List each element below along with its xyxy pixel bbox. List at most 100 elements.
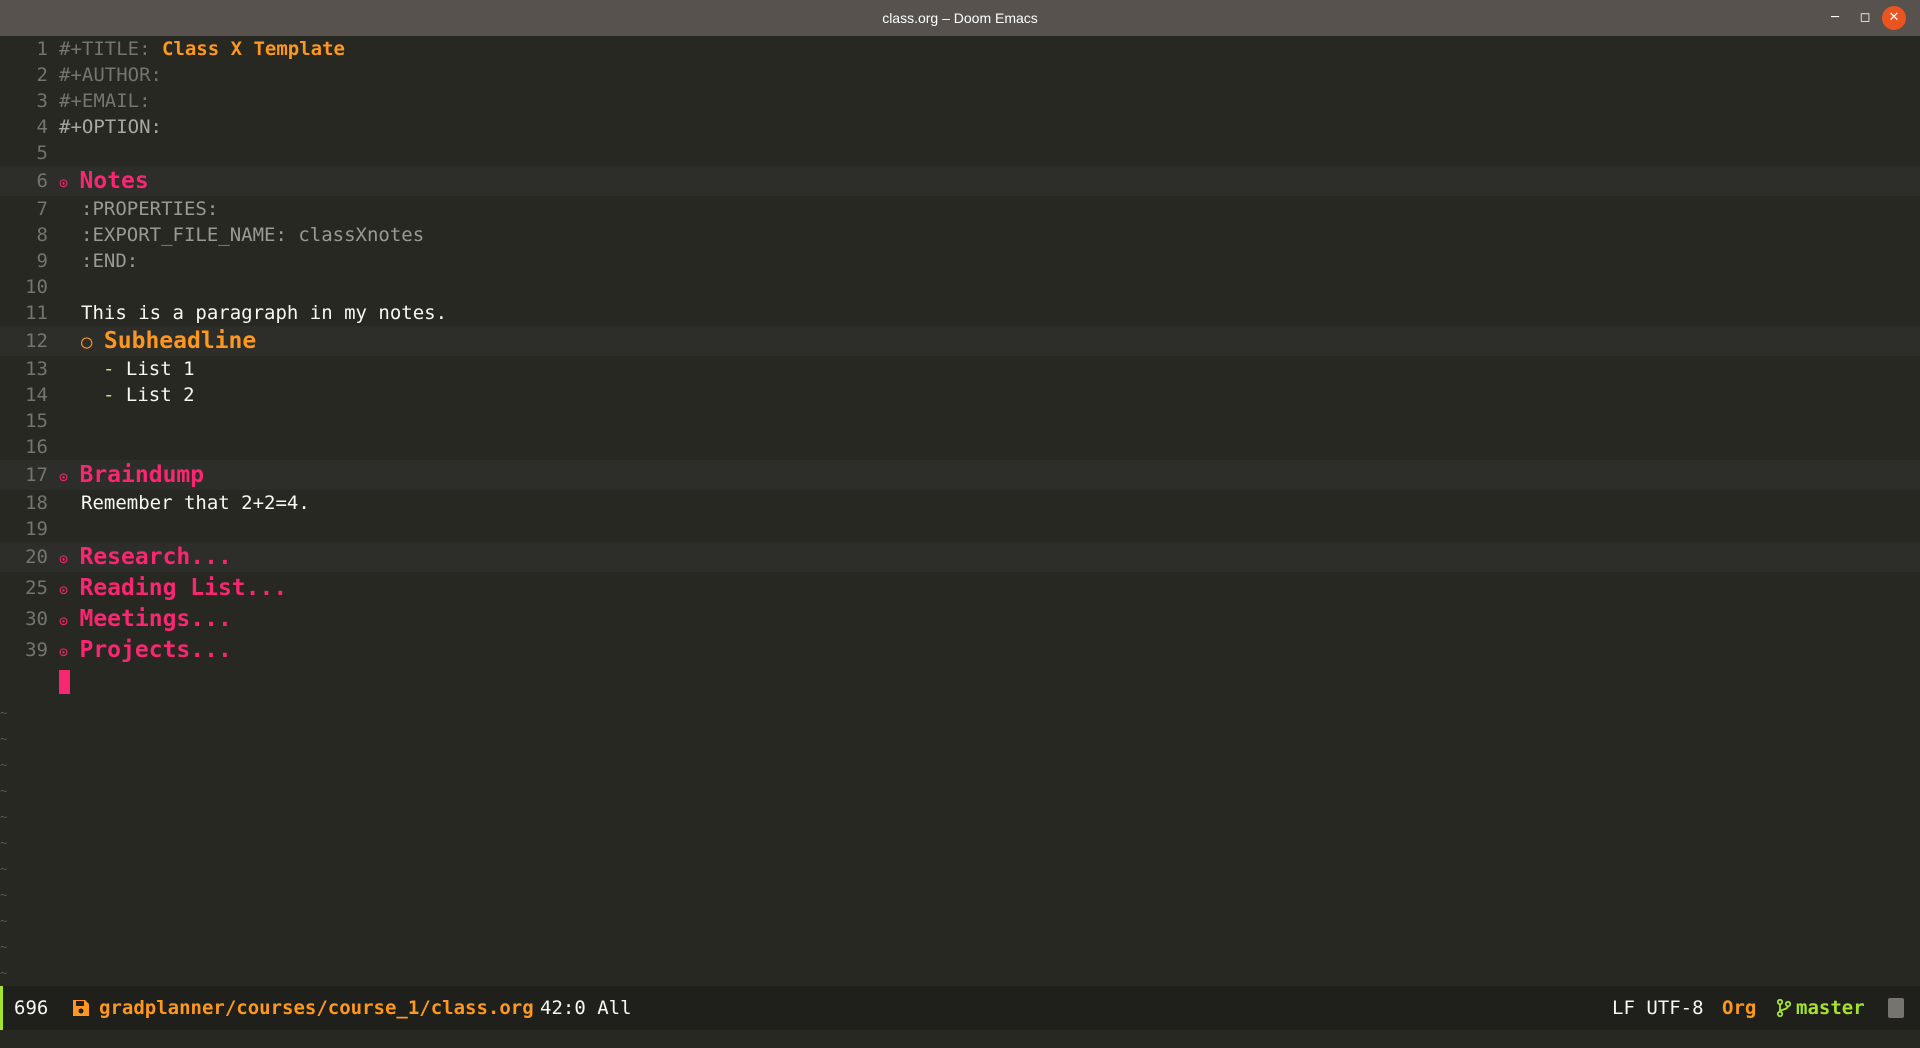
empty-line-marker: ~ <box>0 888 8 902</box>
heading-bullet-icon: ⊙ <box>59 581 69 599</box>
empty-line-marker: ~ <box>0 862 8 876</box>
heading-title: Braindump <box>79 462 205 488</box>
line-number: 1 <box>36 38 48 60</box>
line-number: 12 <box>25 330 48 352</box>
empty-line-marker: ~ <box>0 966 8 980</box>
line-number: 20 <box>25 546 48 568</box>
buffer-size: 696 <box>14 997 49 1019</box>
heading-bullet-icon: ⊙ <box>59 643 69 661</box>
org-heading[interactable]: 17 ⊙ Braindump <box>0 460 1920 490</box>
line-number: 6 <box>36 170 48 192</box>
line-number: 14 <box>25 384 48 406</box>
minimize-icon[interactable]: ─ <box>1823 0 1847 36</box>
heading-title: Reading List... <box>79 575 288 601</box>
line-number: 13 <box>25 358 48 380</box>
line-number: 5 <box>36 142 48 164</box>
heading-bullet-icon: ⊙ <box>59 468 69 486</box>
list-bullet: - <box>103 384 115 406</box>
heading-title: Projects... <box>79 637 232 663</box>
buffer-line: 4 #+OPTION: <box>0 114 1920 140</box>
git-branch-icon <box>1776 999 1792 1017</box>
line-number: 2 <box>36 64 48 86</box>
empty-line-marker: ~ <box>0 706 8 720</box>
git-branch[interactable]: master <box>1796 986 1865 1030</box>
line-number: 18 <box>25 492 48 514</box>
drawer-start: :PROPERTIES: <box>81 198 219 220</box>
buffer-line: 18 Remember that 2+2=4. <box>0 490 1920 516</box>
heading-bullet-icon: ⊙ <box>59 612 69 630</box>
heading-bullet-icon: ⊙ <box>59 174 69 192</box>
list-item: 13 - List 1 <box>0 356 1920 382</box>
org-heading-folded[interactable]: 39 ⊙ Projects... <box>0 635 1920 665</box>
subheading-bullet-icon: ○ <box>81 331 93 353</box>
buffer-line: 16 <box>0 434 1920 460</box>
line-number: 15 <box>25 410 48 432</box>
empty-line-marker: ~ <box>0 758 8 772</box>
org-heading-folded[interactable]: 20 ⊙ Research... <box>0 542 1920 572</box>
heading-title: Meetings... <box>79 606 232 632</box>
line-number: 30 <box>25 608 48 630</box>
heading-bullet-icon: ⊙ <box>59 550 69 568</box>
list-item-text: List 2 <box>125 384 195 406</box>
line-number: 8 <box>36 224 48 246</box>
drawer-end: :END: <box>81 250 139 272</box>
empty-line-marker: ~ <box>0 836 8 850</box>
keyword: #+AUTHOR: <box>59 64 162 86</box>
window-title: class.org – Doom Emacs <box>882 10 1038 26</box>
major-mode[interactable]: Org <box>1722 986 1756 1030</box>
save-icon[interactable] <box>72 999 90 1017</box>
buffer-line: 8 :EXPORT_FILE_NAME: classXnotes <box>0 222 1920 248</box>
buffer-line: 11 This is a paragraph in my notes. <box>0 300 1920 326</box>
buffer-line: 15 <box>0 408 1920 434</box>
list-item-text: List 1 <box>125 358 195 380</box>
editor-buffer[interactable]: 1 #+TITLE: Class X Template 2 #+AUTHOR: … <box>0 36 1920 986</box>
list-bullet: - <box>103 358 115 380</box>
buffer-line: 1 #+TITLE: Class X Template <box>0 36 1920 62</box>
line-number: 39 <box>25 639 48 661</box>
empty-line-marker: ~ <box>0 810 8 824</box>
text-cursor <box>59 670 70 694</box>
buffer-line: 19 <box>0 516 1920 542</box>
org-heading[interactable]: 6 ⊙ Notes <box>0 166 1920 196</box>
buffer-line: 7 :PROPERTIES: <box>0 196 1920 222</box>
echo-area <box>0 1030 1920 1048</box>
property-key: :EXPORT_FILE_NAME: <box>81 224 287 246</box>
buffer-line: 10 <box>0 274 1920 300</box>
cursor-position: 42:0 All <box>540 997 632 1019</box>
buffer-line: 9 :END: <box>0 248 1920 274</box>
keyword: #+OPTION: <box>59 116 162 138</box>
line-number: 9 <box>36 250 48 272</box>
property-value: classXnotes <box>298 224 425 246</box>
empty-line-marker: ~ <box>0 732 8 746</box>
org-heading-folded[interactable]: 25 ⊙ Reading List... <box>0 573 1920 603</box>
empty-line-marker: ~ <box>0 784 8 798</box>
maximize-icon[interactable]: ◻ <box>1853 0 1877 36</box>
file-path[interactable]: gradplanner/courses/course_1/class.org <box>99 986 534 1030</box>
line-number: 19 <box>25 518 48 540</box>
line-number: 3 <box>36 90 48 112</box>
org-keyword-line: #+TITLE: Class X Template <box>59 36 345 62</box>
modeline-accent-bar <box>0 986 3 1030</box>
empty-line-marker: ~ <box>0 914 8 928</box>
buffer-line: 2 #+AUTHOR: <box>0 62 1920 88</box>
line-number: 16 <box>25 436 48 458</box>
org-subheading[interactable]: 12 ○ Subheadline <box>0 326 1920 356</box>
line-number: 17 <box>25 464 48 486</box>
line-number: 11 <box>25 302 48 324</box>
modeline: 696 gradplanner/courses/course_1/class.o… <box>0 986 1920 1030</box>
list-item: 14 - List 2 <box>0 382 1920 408</box>
paragraph-text: This is a paragraph in my notes. <box>81 302 448 324</box>
buffer-line: 5 <box>0 140 1920 166</box>
heading-title: Notes <box>79 168 149 194</box>
keyword: #+EMAIL: <box>59 90 151 112</box>
org-heading-folded[interactable]: 30 ⊙ Meetings... <box>0 604 1920 634</box>
paragraph-text: Remember that 2+2=4. <box>81 492 310 514</box>
line-number: 4 <box>36 116 48 138</box>
empty-line-marker: ~ <box>0 940 8 954</box>
alert-icon[interactable] <box>1888 998 1904 1018</box>
close-icon[interactable]: ✕ <box>1882 6 1906 30</box>
heading-title: Research... <box>79 544 232 570</box>
line-number: 10 <box>25 276 48 298</box>
file-encoding[interactable]: LF UTF-8 <box>1612 986 1704 1030</box>
window-titlebar[interactable]: class.org – Doom Emacs ─ ◻ ✕ <box>0 0 1920 36</box>
